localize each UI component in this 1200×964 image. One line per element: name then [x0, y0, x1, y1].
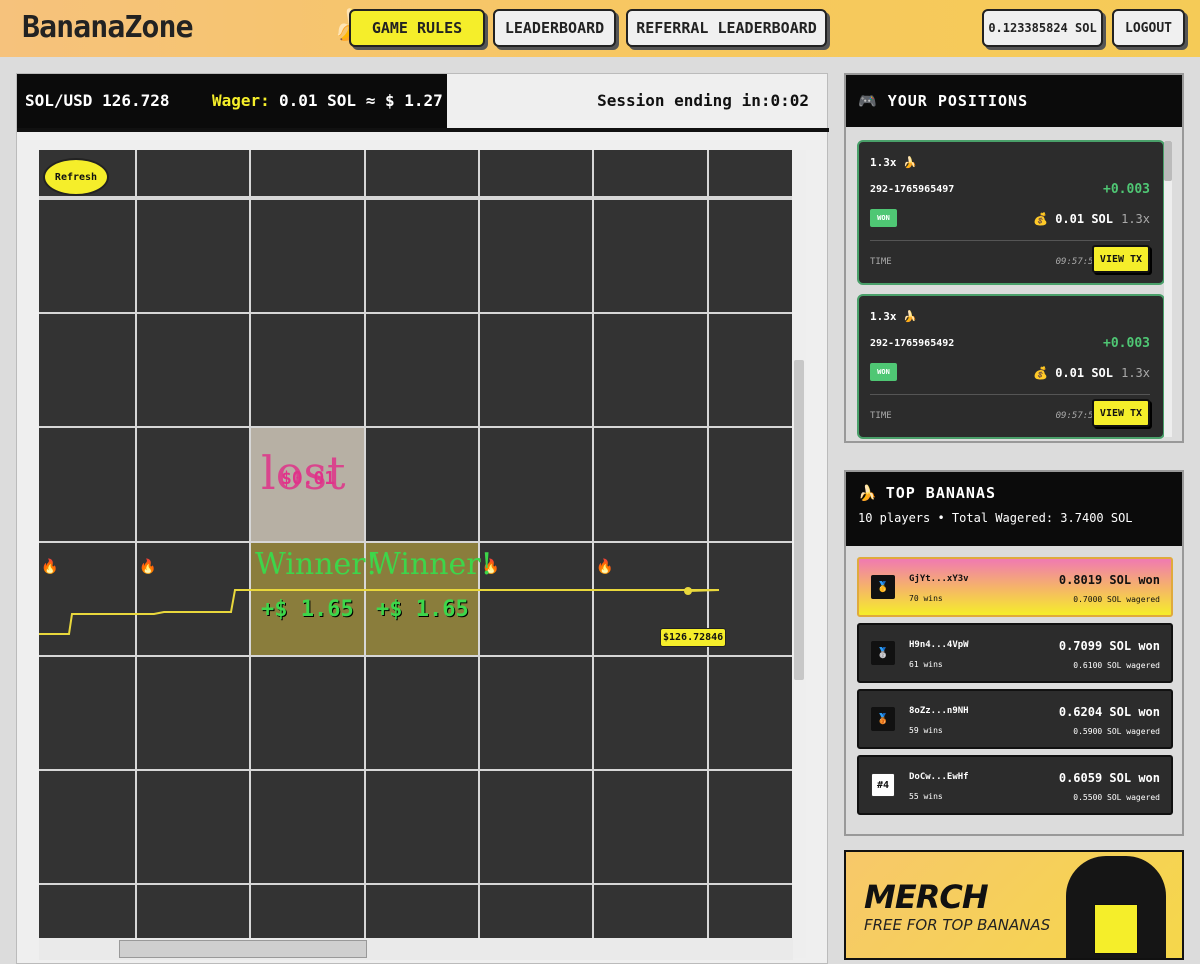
price-point: [684, 587, 692, 595]
position-multiplier: 1.3x 🍌: [870, 310, 917, 323]
refresh-button[interactable]: Refresh: [43, 158, 109, 196]
position-amount-mult: 1.3x: [1121, 212, 1150, 226]
player-wagered: 0.7000 SOL wagered: [1073, 595, 1160, 604]
divider: [870, 240, 1150, 241]
leaderboard-button[interactable]: LEADERBOARD: [493, 9, 616, 47]
leaderboard-row[interactable]: 🥇 GjYt...xY3v 70 wins 0.8019 SOL won 0.7…: [857, 557, 1173, 617]
hoodie-print: [1094, 904, 1138, 954]
gamepad-icon: 🎮: [858, 92, 878, 110]
player-wins: 59 wins: [909, 726, 943, 735]
player-address: GjYt...xY3v: [909, 574, 969, 584]
position-amount: 💰 0.01 SOL: [1033, 212, 1113, 226]
position-multiplier: 1.3x 🍌: [870, 156, 917, 169]
logo[interactable]: BananaZone: [22, 10, 194, 45]
player-wins: 70 wins: [909, 594, 943, 603]
logout-button[interactable]: LOGOUT: [1112, 9, 1185, 47]
scroll-thumb[interactable]: [1164, 141, 1172, 181]
player-wagered: 0.6100 SOL wagered: [1073, 661, 1160, 670]
merch-subtitle: FREE FOR TOP BANANAS: [864, 916, 1051, 934]
game-header: SOL/USD 126.728 Wager: 0.01 SOL ≈ $ 1.27: [17, 74, 447, 128]
position-card: 1.3x 🍌 292-1765965492 +0.003 WON 💰 0.01 …: [857, 294, 1165, 439]
wager-value: 0.01 SOL ≈ $ 1.27: [279, 91, 443, 110]
balance-button[interactable]: 0.123385824 SOL: [982, 9, 1103, 47]
positions-panel: 🎮 YOUR POSITIONS 1.3x 🍌 292-1765965497 +…: [844, 73, 1184, 443]
session-timer: Session ending in:0:02: [597, 91, 809, 110]
leaderboard-row[interactable]: #4 DoCw...EwHf 55 wins 0.6059 SOL won 0.…: [857, 755, 1173, 815]
divider: [17, 128, 829, 132]
game-panel: SOL/USD 126.728 Wager: 0.01 SOL ≈ $ 1.27…: [16, 73, 829, 964]
referral-leaderboard-button[interactable]: REFERRAL LEADERBOARD: [626, 9, 827, 47]
top-bananas-header: 🍌 TOP BANANAS 10 players • Total Wagered:…: [846, 472, 1182, 546]
time-label: TIME: [870, 257, 892, 267]
top-bananas-title-row: 🍌 TOP BANANAS: [858, 484, 1170, 502]
player-won: 0.6059 SOL won: [1058, 771, 1160, 785]
wager-label: Wager:: [212, 91, 270, 110]
price-line: [39, 587, 720, 635]
scroll-thumb[interactable]: [794, 360, 804, 680]
player-wins: 55 wins: [909, 792, 943, 801]
positions-scrollbar[interactable]: [1164, 141, 1172, 437]
position-id: 292-1765965492: [870, 338, 955, 349]
sol-price: SOL/USD 126.728: [25, 91, 170, 110]
position-gain: +0.003: [1103, 336, 1150, 351]
money-bag-icon: 💰: [1033, 212, 1056, 226]
merch-title: MERCH: [864, 878, 989, 916]
player-won: 0.7099 SOL won: [1058, 639, 1160, 653]
top-bar: BananaZone 🍌 GAME RULES LEADERBOARD REFE…: [0, 0, 1200, 57]
top-bananas-panel: 🍌 TOP BANANAS 10 players • Total Wagered:…: [844, 470, 1184, 836]
silver-medal-icon: 🥈: [871, 641, 895, 665]
position-card: 1.3x 🍌 292-1765965497 +0.003 WON 💰 0.01 …: [857, 140, 1165, 285]
price-tag: $126.72846: [660, 628, 727, 647]
leaderboard-row[interactable]: 🥉 8oZz...n9NH 59 wins 0.6204 SOL won 0.5…: [857, 689, 1173, 749]
gold-medal-icon: 🥇: [871, 575, 895, 599]
player-wins: 61 wins: [909, 660, 943, 669]
bet-grid: 🔥 🔥 Winner! +$ 1.65 Winner! +$ 1.65 🔥 🔥 lost $0.0…: [39, 150, 793, 958]
time-label: TIME: [870, 411, 892, 421]
bronze-medal-icon: 🥉: [871, 707, 895, 731]
status-badge: WON: [870, 209, 897, 227]
vertical-scrollbar[interactable]: [792, 150, 806, 958]
player-won: 0.6204 SOL won: [1058, 705, 1160, 719]
leaderboard-row[interactable]: 🥈 H9n4...4VpW 61 wins 0.7099 SOL won 0.6…: [857, 623, 1173, 683]
banana-icon: 🍌: [858, 484, 878, 502]
player-address: DoCw...EwHf: [909, 772, 969, 782]
divider: [870, 394, 1150, 395]
player-wagered: 0.5900 SOL wagered: [1073, 727, 1160, 736]
position-gain: +0.003: [1103, 182, 1150, 197]
game-rules-button[interactable]: GAME RULES: [349, 9, 485, 47]
position-amount: 💰 0.01 SOL: [1033, 366, 1113, 380]
positions-header: 🎮 YOUR POSITIONS: [846, 75, 1182, 127]
top-bananas-title: TOP BANANAS: [885, 484, 997, 502]
position-amount-mult: 1.3x: [1121, 366, 1150, 380]
view-tx-button[interactable]: VIEW TX: [1092, 245, 1150, 273]
position-id: 292-1765965497: [870, 184, 955, 195]
rank-badge: #4: [871, 773, 895, 797]
player-won: 0.8019 SOL won: [1058, 573, 1160, 587]
money-bag-icon: 💰: [1033, 366, 1056, 380]
player-address: H9n4...4VpW: [909, 640, 969, 650]
view-tx-button[interactable]: VIEW TX: [1092, 399, 1150, 427]
positions-title: YOUR POSITIONS: [887, 92, 1029, 110]
player-address: 8oZz...n9NH: [909, 706, 969, 716]
status-badge: WON: [870, 363, 897, 381]
top-bananas-subtitle: 10 players • Total Wagered: 3.7400 SOL: [858, 511, 1133, 525]
merch-banner[interactable]: MERCH FREE FOR TOP BANANAS: [844, 850, 1184, 960]
player-wagered: 0.5500 SOL wagered: [1073, 793, 1160, 802]
